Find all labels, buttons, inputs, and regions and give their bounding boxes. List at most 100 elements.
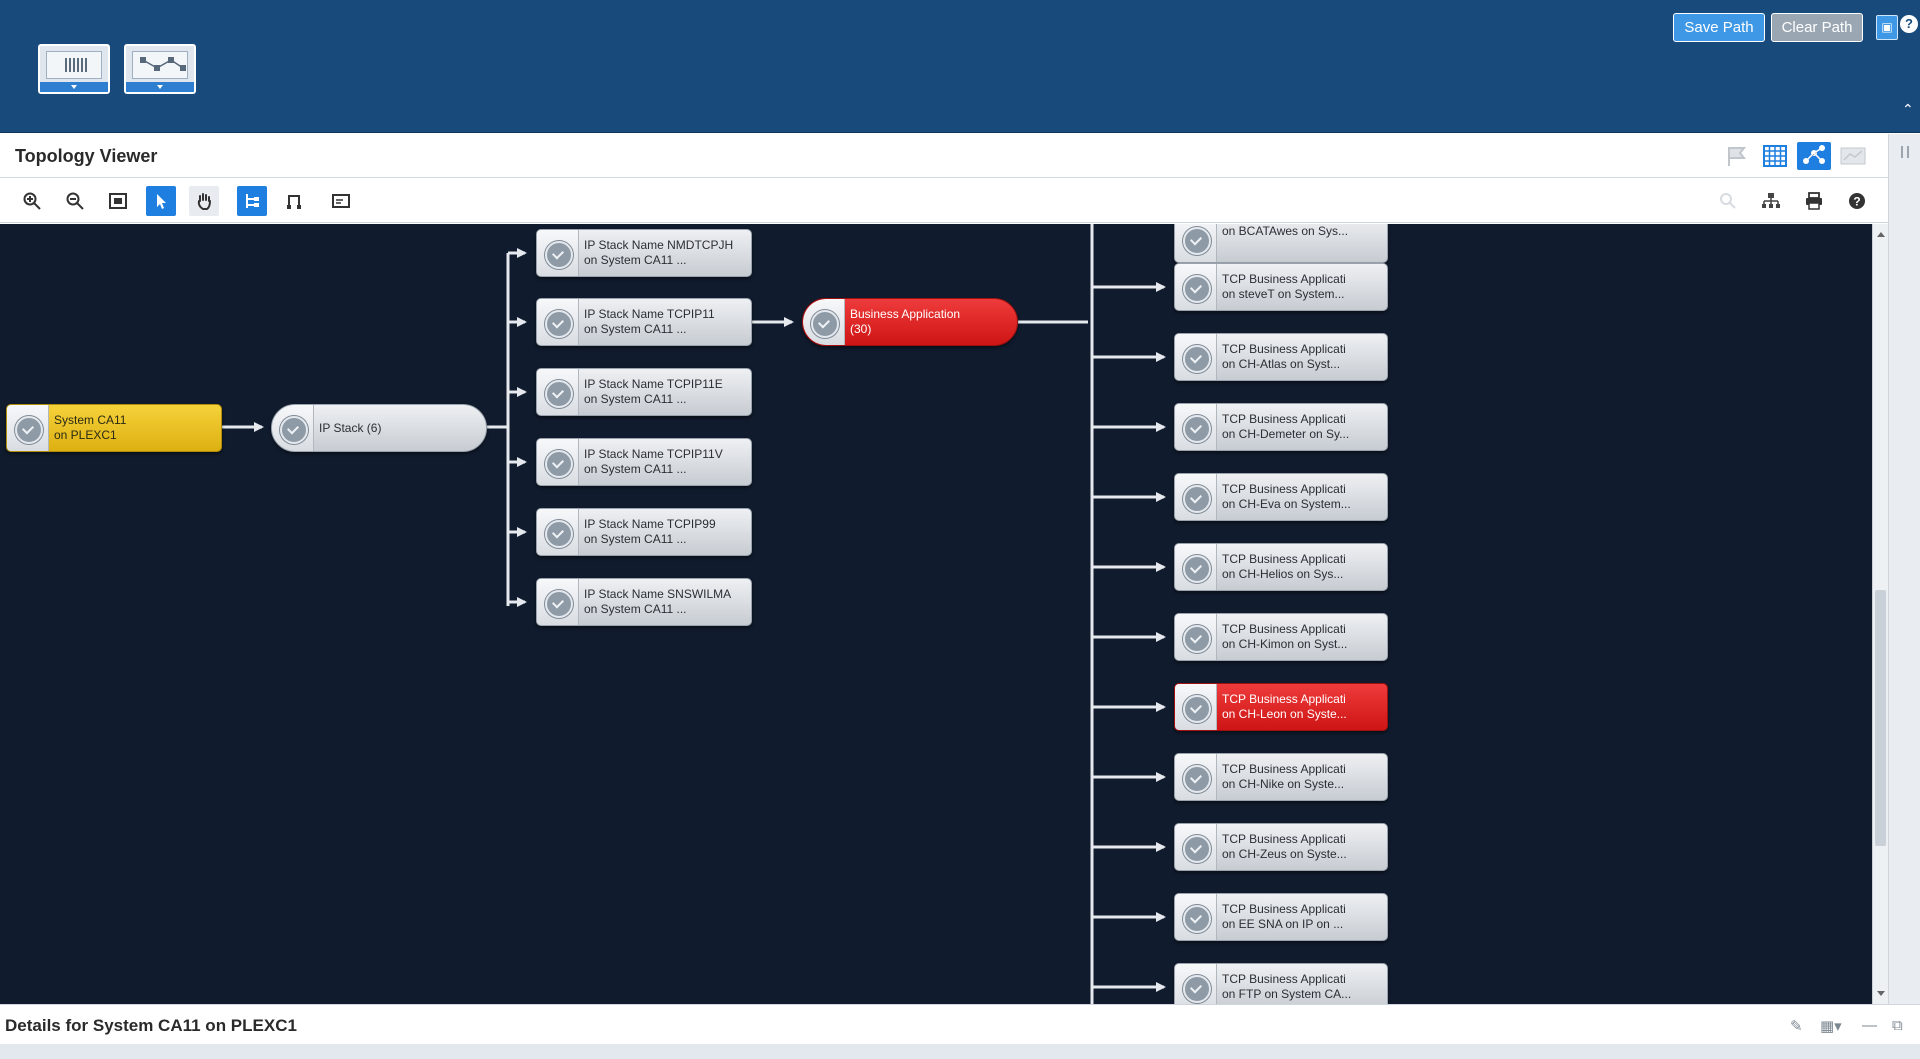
node-system[interactable]: System CA11 on PLEXC1 (6, 404, 222, 452)
node-ip-stack[interactable]: IP Stack Name TCPIP11 on System CA11 ... (536, 298, 752, 346)
clear-path-button[interactable]: Clear Path (1771, 13, 1863, 42)
pan-hand-icon[interactable] (189, 186, 219, 216)
zoom-in-icon[interactable] (17, 186, 47, 216)
orthogonal-layout-icon[interactable] (279, 186, 309, 216)
collapse-up-icon[interactable]: ⌃ (1902, 101, 1914, 118)
node-tcp-business-application[interactable]: TCP Business Applicati on CH-Eva on Syste… (1174, 473, 1388, 521)
node-sublabel: on CH-Eva on System... (1222, 497, 1351, 511)
node-tcp-business-application[interactable]: TCP Business Applicati on CH-Zeus on Syst… (1174, 823, 1388, 871)
node-sublabel: on CH-Kimon on Syst... (1222, 637, 1348, 651)
node-label: TCP Business Applicati (1222, 902, 1346, 916)
node-tcp-business-application[interactable]: TCP Business Applicati on EE SNA on IP on… (1174, 893, 1388, 941)
node-tcp-business-application[interactable]: on BCATAwes on Sys... (1174, 224, 1388, 263)
chart-view-icon[interactable] (1836, 142, 1870, 170)
node-sublabel: on PLEXC1 (54, 428, 117, 442)
node-sublabel: on EE SNA on IP on ... (1222, 917, 1344, 931)
scrollbar-thumb[interactable] (1875, 590, 1886, 846)
help-icon[interactable]: ? (1900, 15, 1918, 33)
side-panel-strip[interactable] (1888, 134, 1920, 1004)
table-options-icon[interactable]: ▦▾ (1820, 1017, 1842, 1035)
topology-view-icon[interactable] (1797, 142, 1831, 170)
print-icon[interactable] (1799, 186, 1829, 216)
status-icon (537, 579, 579, 625)
search-icon[interactable] (1713, 186, 1743, 216)
node-label: TCP Business Applicati (1222, 342, 1346, 356)
fit-to-screen-icon[interactable] (103, 186, 133, 216)
status-icon (1175, 754, 1217, 800)
network-diagram-icon (132, 51, 188, 79)
status-icon (1175, 544, 1217, 590)
device-icon (46, 51, 102, 79)
node-label: TCP Business Applicati (1222, 692, 1346, 706)
node-label: IP Stack Name TCPIP11 (584, 307, 715, 321)
svg-text:?: ? (1853, 195, 1860, 209)
zoom-out-icon[interactable] (60, 186, 90, 216)
status-icon (1175, 334, 1217, 380)
save-path-button[interactable]: Save Path (1673, 13, 1765, 42)
node-tcp-business-application[interactable]: TCP Business Applicati on CH-Leon on Syst… (1174, 683, 1388, 731)
select-pointer-icon[interactable] (146, 186, 176, 216)
status-icon (7, 405, 49, 451)
node-label: IP Stack Name TCPIP11V (584, 447, 723, 461)
table-view-icon[interactable] (1758, 142, 1792, 170)
node-label: TCP Business Applicati (1222, 762, 1346, 776)
panel-grip-icon[interactable] (1901, 146, 1909, 158)
node-sublabel: on System CA11 ... (584, 253, 687, 267)
minimize-icon[interactable]: — (1862, 1017, 1877, 1034)
overview-icon[interactable] (326, 186, 356, 216)
node-sublabel: on System CA11 ... (584, 322, 687, 336)
viewer-titlebar: Topology Viewer (0, 134, 1888, 178)
status-icon (1175, 614, 1217, 660)
thumbnail-topology[interactable] (124, 44, 196, 94)
status-icon (1175, 824, 1217, 870)
tree-layout-icon[interactable] (237, 186, 267, 216)
dropdown-arrow-icon[interactable] (126, 82, 194, 92)
node-business-application[interactable]: Business Application (30) (802, 298, 1018, 346)
node-sublabel: on BCATAwes on Sys... (1222, 224, 1349, 238)
node-label: IP Stack Name TCPIP99 (584, 517, 716, 531)
node-tcp-business-application[interactable]: TCP Business Applicati on CH-Nike on Syst… (1174, 753, 1388, 801)
edit-icon[interactable]: ✎ (1790, 1017, 1803, 1035)
node-ip-stack[interactable]: IP Stack Name NMDTCPJH on System CA11 ... (536, 229, 752, 277)
node-tcp-business-application[interactable]: TCP Business Applicati on CH-Helios on Sy… (1174, 543, 1388, 591)
canvas-scrollbar[interactable] (1872, 224, 1888, 1004)
node-sublabel: on FTP on System CA... (1222, 987, 1352, 1001)
node-label: IP Stack (6) (319, 421, 382, 435)
window-icon[interactable]: ▣ (1876, 15, 1898, 40)
node-ip-stack[interactable]: IP Stack Name TCPIP11E on System CA11 ... (536, 368, 752, 416)
node-tcp-business-application[interactable]: TCP Business Applicati on CH-Demeter on S… (1174, 403, 1388, 451)
node-ip-stack[interactable]: IP Stack Name TCPIP11V on System CA11 ... (536, 438, 752, 486)
node-ip-stack-group[interactable]: IP Stack (6) (271, 404, 487, 452)
node-sublabel: on CH-Leon on Syste... (1222, 707, 1347, 721)
scroll-up-icon[interactable] (1877, 232, 1885, 237)
node-ip-stack[interactable]: IP Stack Name TCPIP99 on System CA11 ... (536, 508, 752, 556)
status-icon (1175, 684, 1217, 730)
node-sublabel: on System CA11 ... (584, 602, 687, 616)
node-tcp-business-application[interactable]: TCP Business Applicati on CH-Kimon on Sys… (1174, 613, 1388, 661)
status-icon (1175, 474, 1217, 520)
thumbnail-module-1[interactable] (38, 44, 110, 94)
node-label: TCP Business Applicati (1222, 622, 1346, 636)
node-sublabel: on CH-Zeus on Syste... (1222, 847, 1347, 861)
hierarchy-icon[interactable] (1756, 186, 1786, 216)
topology-toolbar: ? (0, 179, 1888, 223)
status-icon (537, 299, 579, 345)
restore-icon[interactable]: ⧉ (1892, 1017, 1903, 1034)
status-icon (1175, 964, 1217, 1004)
status-icon (803, 299, 845, 345)
scroll-down-icon[interactable] (1877, 991, 1885, 996)
node-tcp-business-application[interactable]: TCP Business Applicati on FTP on System C… (1174, 963, 1388, 1004)
node-ip-stack[interactable]: IP Stack Name SNSWILMA on System CA11 ... (536, 578, 752, 626)
topology-canvas[interactable]: System CA11 on PLEXC1 IP Stack (6) IP Sta… (0, 224, 1872, 1004)
node-label: TCP Business Applicati (1222, 832, 1346, 846)
status-icon (537, 439, 579, 485)
status-icon (537, 369, 579, 415)
node-label: TCP Business Applicati (1222, 972, 1346, 986)
flag-icon[interactable] (1719, 142, 1753, 170)
node-tcp-business-application[interactable]: TCP Business Applicati on steveT on Syste… (1174, 263, 1388, 311)
node-sublabel: on steveT on System... (1222, 287, 1345, 301)
help-icon[interactable]: ? (1842, 186, 1872, 216)
status-icon (272, 405, 314, 451)
dropdown-arrow-icon[interactable] (40, 82, 108, 92)
node-tcp-business-application[interactable]: TCP Business Applicati on CH-Atlas on Sys… (1174, 333, 1388, 381)
